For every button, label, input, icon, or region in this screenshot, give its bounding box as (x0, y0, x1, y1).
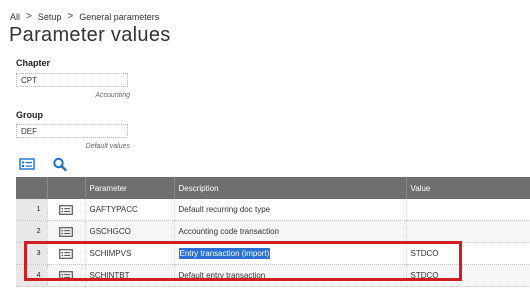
header-value[interactable]: Value (406, 177, 530, 199)
page-title: Parameter values (9, 24, 171, 46)
table-row[interactable]: 2 GSCHGCO Accounting code transaction (16, 220, 530, 243)
group-description: Default values (85, 143, 130, 150)
row-number: 2 (16, 220, 48, 243)
cell-description[interactable]: Default entry transaction (174, 264, 407, 287)
table-row-selected[interactable]: 3 SCHIMPVS Entry transaction (import) ST… (16, 242, 530, 265)
header-rownum (16, 177, 48, 199)
table-row[interactable]: 1 GAFTYPACC Default recurring doc type (16, 199, 530, 221)
row-number: 1 (16, 199, 48, 221)
cell-value[interactable]: STDCO (406, 242, 530, 265)
search-icon[interactable] (52, 157, 68, 172)
chapter-label: Chapter (16, 58, 51, 68)
header-description[interactable]: Description (174, 177, 407, 199)
row-detail-icon[interactable] (47, 199, 86, 221)
cell-parameter[interactable]: GAFTYPACC (85, 199, 175, 221)
row-number: 3 (16, 242, 48, 265)
row-detail-icon[interactable] (47, 242, 86, 265)
header-icon (47, 177, 86, 199)
row-detail-icon[interactable] (47, 220, 86, 243)
row-number: 4 (16, 264, 48, 287)
row-detail-icon[interactable] (47, 264, 86, 287)
header-parameter[interactable]: Parameter (85, 177, 175, 199)
breadcrumb-separator: > (67, 11, 74, 22)
chapter-field[interactable]: CPT (16, 73, 128, 87)
cell-value[interactable] (406, 199, 530, 221)
chapter-description: Accounting (95, 92, 130, 99)
cell-value[interactable] (406, 220, 530, 243)
selected-text: Entry transaction (import) (178, 248, 271, 259)
breadcrumb-item-all[interactable]: All (10, 12, 20, 22)
page: All > Setup > General parameters Paramet… (0, 0, 530, 300)
cell-parameter[interactable]: GSCHGCO (85, 220, 175, 243)
breadcrumb-item-general-parameters[interactable]: General parameters (79, 12, 159, 22)
list-view-icon[interactable] (19, 157, 35, 171)
group-field[interactable]: DEF (16, 124, 128, 138)
cell-description[interactable]: Accounting code transaction (174, 220, 407, 243)
cell-description-selected[interactable]: Entry transaction (import) (174, 242, 407, 265)
cell-parameter[interactable]: SCHIMPVS (85, 242, 175, 265)
breadcrumb-item-setup[interactable]: Setup (38, 12, 62, 22)
group-label: Group (16, 110, 43, 120)
breadcrumb-separator: > (26, 11, 32, 22)
breadcrumb: All > Setup > General parameters (10, 11, 159, 22)
parameters-table: Parameter Description Value 1 GAFTYPACC … (16, 177, 530, 287)
cell-parameter[interactable]: SCHINTBT (85, 264, 175, 287)
cell-description[interactable]: Default recurring doc type (174, 199, 407, 221)
table-header-row: Parameter Description Value (16, 177, 530, 199)
table-row[interactable]: 4 SCHINTBT Default entry transaction STD… (16, 264, 530, 287)
cell-value[interactable]: STDCO (406, 264, 530, 287)
